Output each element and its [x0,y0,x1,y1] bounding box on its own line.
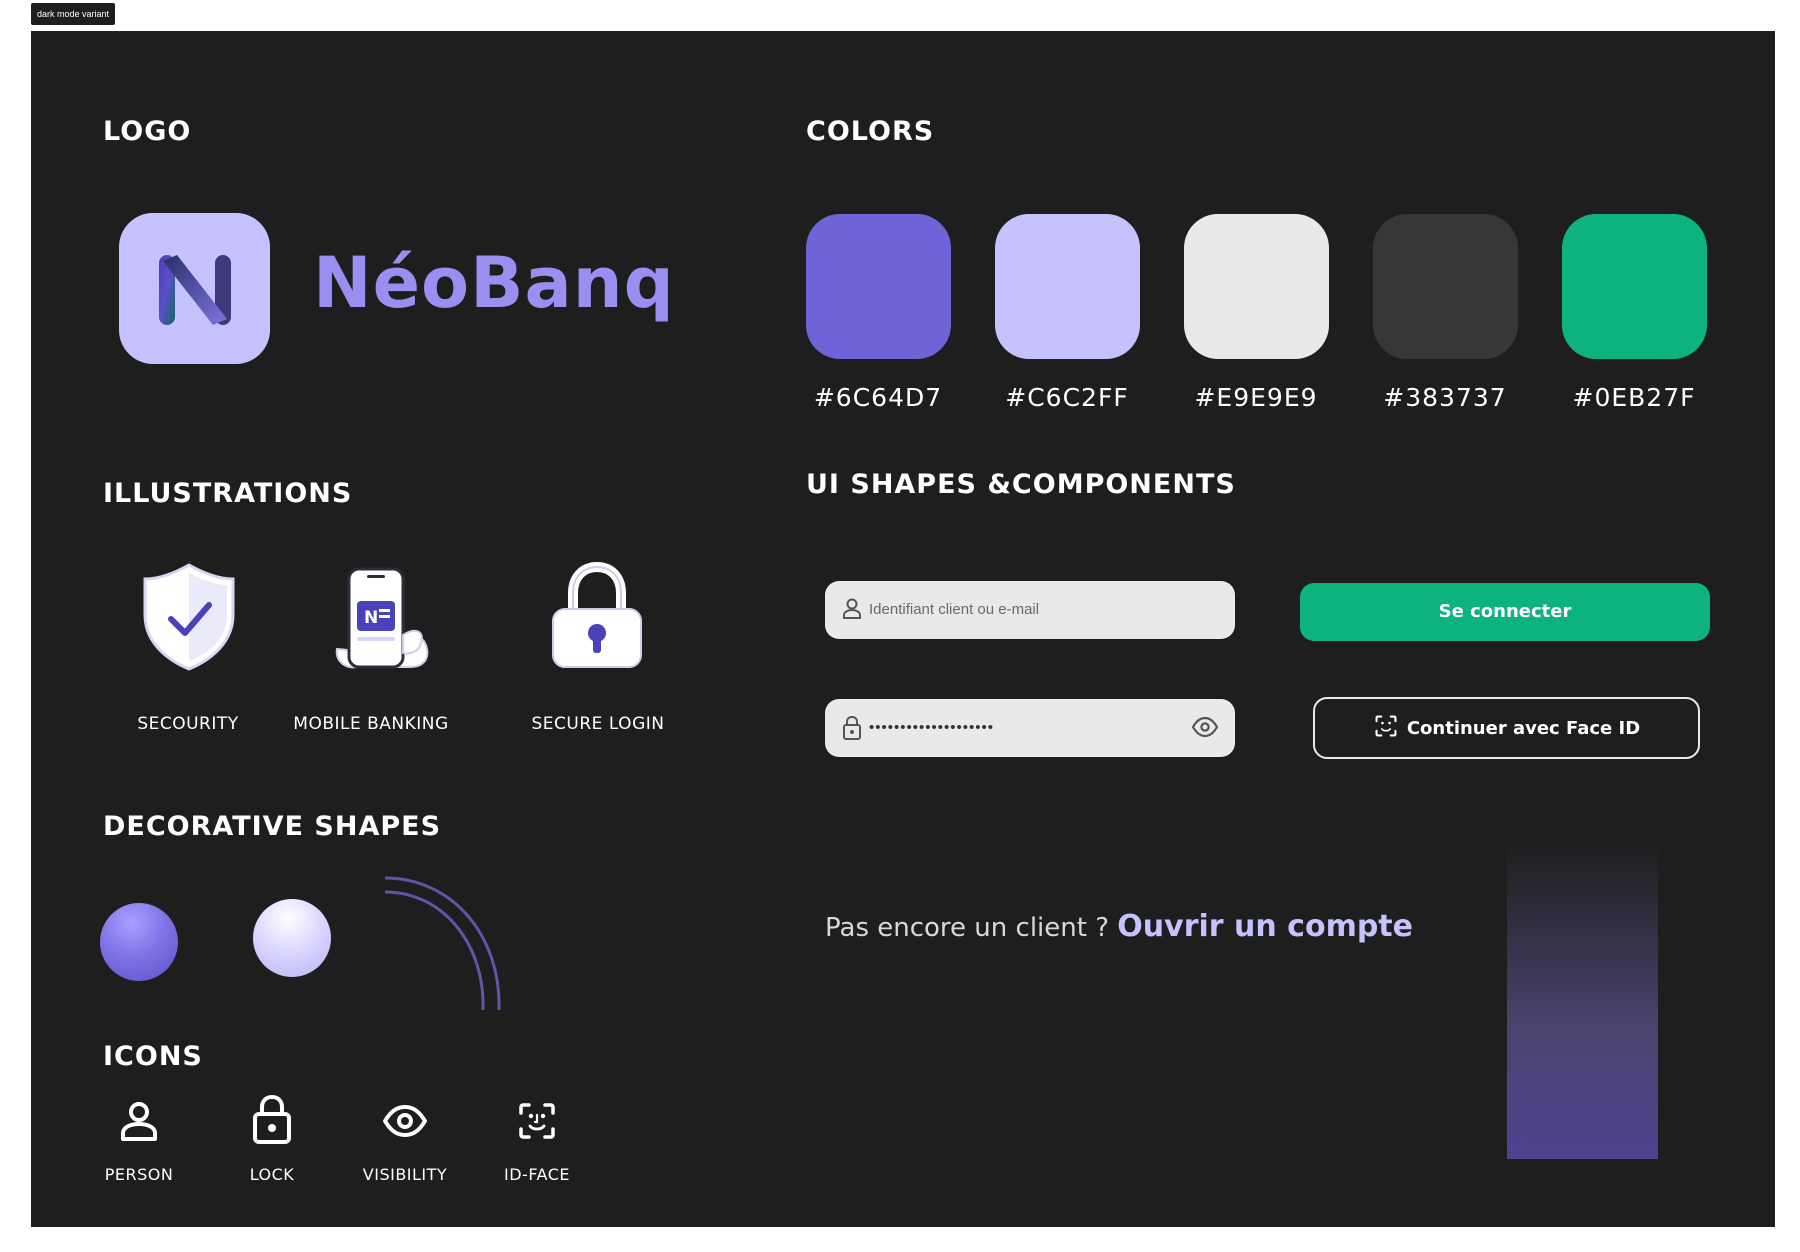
color-label: #6C64D7 [813,383,943,412]
username-placeholder: Identifiant client ou e-mail [869,601,1040,618]
illustration-label: SECURE LOGIN [531,714,665,734]
brand-wordmark: NéoBanq [313,242,675,324]
color-label: #0EB27F [1572,383,1696,412]
username-field[interactable]: Identifiant client ou e-mail [825,581,1235,639]
login-button[interactable]: Se connecter [1300,583,1710,641]
face-id-icon [1373,713,1399,744]
phone-hand-icon: N [331,565,431,677]
faceid-button[interactable]: Continuer avec Face ID [1313,697,1700,759]
lock-icon [212,1093,332,1149]
frame-label: dark mode variant [31,3,116,25]
padlock-icon [547,561,647,675]
lock-icon [841,715,863,745]
faceid-button-label: Continuer avec Face ID [1406,717,1641,739]
decorative-section-title: DECORATIVE SHAPES [103,811,442,842]
n-monogram-icon [159,255,231,325]
color-swatch-accent [995,214,1140,359]
illustrations-section-title: ILLUSTRATIONS [103,478,353,509]
illustration-label: SECOURITY [137,714,239,734]
color-swatch-primary [806,214,951,359]
colors-section-title: COLORS [806,116,935,147]
logo-app-icon [119,213,270,364]
icon-label: PERSON [104,1165,174,1184]
visibility-toggle-icon[interactable] [1191,715,1219,743]
person-icon [841,597,863,625]
color-swatch-light [1184,214,1329,359]
open-account-link[interactable]: Ouvrir un compte [1117,909,1413,944]
color-label: #383737 [1383,383,1507,412]
visibility-icon [345,1099,465,1147]
svg-text:N: N [364,608,378,628]
icon-label: ID-FACE [504,1165,570,1184]
arc-lines-shape [384,876,501,1011]
person-icon [79,1099,199,1147]
lavender-orb-shape [253,899,331,977]
face-id-icon [477,1099,597,1147]
color-label: #C6C2FF [1005,383,1129,412]
icon-label: LOCK [249,1165,295,1184]
purple-orb-shape [100,903,178,981]
color-swatch-dark [1373,214,1518,359]
icon-label: VISIBILITY [362,1165,448,1184]
gradient-bar-shape [1507,839,1658,1159]
password-value: •••••••••••••••••••• [869,719,995,736]
color-label: #E9E9E9 [1194,383,1318,412]
ui-components-section-title: UI SHAPES &COMPONENTS [806,469,1236,500]
logo-section-title: LOGO [103,116,192,147]
illustration-label: MOBILE BANKING [293,714,449,734]
password-field[interactable]: •••••••••••••••••••• [825,699,1235,757]
signup-prompt: Pas encore un client ? Ouvrir un compte [825,909,1413,944]
signup-prompt-text: Pas encore un client ? [825,913,1110,943]
color-swatch-success [1562,214,1707,359]
design-board: LOGO NéoBanq COLORS #6C64D7 #C6C2FF #E9E… [31,31,1775,1227]
shield-check-icon [141,561,237,677]
icons-section-title: ICONS [103,1041,203,1072]
